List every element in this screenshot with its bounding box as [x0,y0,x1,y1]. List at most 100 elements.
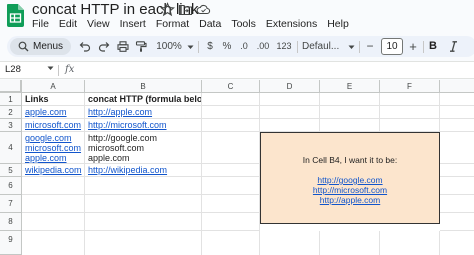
font-size-input[interactable]: 10 [381,38,403,55]
cell-c1[interactable] [202,93,260,106]
row-header-4[interactable]: 4 [0,132,22,164]
row-header-5[interactable]: 5 [0,164,22,177]
cell-c3[interactable] [202,119,260,132]
cell-b9[interactable] [85,231,202,255]
cell-b2[interactable]: http://apple.com [85,106,202,119]
italic-button[interactable] [449,36,461,57]
cell-g2[interactable] [440,106,474,119]
cell-a4-line-2[interactable]: microsoft.com [25,143,81,153]
search-menus-button[interactable]: Menus [10,38,71,55]
row-header-1[interactable]: 1 [0,93,22,106]
decrease-decimal-button[interactable]: .0 [238,36,250,57]
cell-d9[interactable] [260,231,320,255]
cell-a2[interactable]: apple.com [22,106,85,119]
note-link-apple[interactable]: http://apple.com [261,195,439,205]
cell-b5[interactable]: http://wikipedia.com [85,164,202,177]
row-header-6[interactable]: 6 [0,177,22,195]
cell-g6[interactable] [440,177,474,195]
select-all-corner[interactable] [0,80,22,93]
column-header-d[interactable]: D [260,80,320,93]
menu-extensions[interactable]: Extensions [266,17,317,32]
cell-a5[interactable]: wikipedia.com [22,164,85,177]
row-header-3[interactable]: 3 [0,119,22,132]
column-header-e[interactable]: E [320,80,380,93]
cell-c9[interactable] [202,231,260,255]
cell-f3[interactable] [380,119,440,132]
cell-a1[interactable]: Links [22,93,85,106]
cell-g8[interactable] [440,213,474,231]
cell-a6[interactable] [22,177,85,195]
cell-d1[interactable] [260,93,320,106]
currency-format-button[interactable]: $ [204,36,216,57]
cell-a7[interactable] [22,195,85,213]
row-header-2[interactable]: 2 [0,106,22,119]
menu-format[interactable]: Format [156,17,189,32]
percent-format-button[interactable]: % [221,36,233,57]
cell-c6[interactable] [202,177,260,195]
undo-button[interactable] [79,36,93,57]
formula-input[interactable] [80,62,470,78]
cell-g4[interactable] [440,132,474,164]
cell-a4-line-3[interactable]: apple.com [25,153,81,163]
cell-a4[interactable]: google.com microsoft.com apple.com [22,132,85,164]
menu-file[interactable]: File [32,17,49,32]
cell-e3[interactable] [320,119,380,132]
cell-c2[interactable] [202,106,260,119]
cell-d3[interactable] [260,119,320,132]
cell-f2[interactable] [380,106,440,119]
note-text-box[interactable]: In Cell B4, I want it to be: http://goog… [260,132,440,224]
increase-decimal-button[interactable]: .00 [254,36,272,57]
print-button[interactable] [117,36,131,57]
row-header-9[interactable]: 9 [0,231,22,255]
menu-data[interactable]: Data [199,17,221,32]
cell-e1[interactable] [320,93,380,106]
cell-c8[interactable] [202,213,260,231]
name-box-chevron-down-icon[interactable] [47,66,54,71]
font-select[interactable]: Defaul... [302,36,346,57]
cell-g7[interactable] [440,195,474,213]
cell-g9[interactable] [440,231,474,255]
cell-b6[interactable] [85,177,202,195]
sheets-logo-icon[interactable] [7,4,24,27]
star-icon[interactable] [160,2,175,17]
cell-g5[interactable] [440,164,474,177]
note-link-google[interactable]: http://google.com [261,175,439,185]
cell-d2[interactable] [260,106,320,119]
row-header-7[interactable]: 7 [0,195,22,213]
decrease-font-size-button[interactable]: − [363,36,377,57]
cell-b7[interactable] [85,195,202,213]
row-header-8[interactable]: 8 [0,213,22,231]
zoom-select[interactable]: 100% [152,36,186,57]
cloud-saved-icon[interactable] [196,2,211,17]
cell-a8[interactable] [22,213,85,231]
menu-insert[interactable]: Insert [120,17,146,32]
menu-view[interactable]: View [87,17,110,32]
cell-e2[interactable] [320,106,380,119]
cell-b1[interactable]: concat HTTP (formula below) [85,93,202,106]
cell-g3[interactable] [440,119,474,132]
cell-b8[interactable] [85,213,202,231]
cell-c4[interactable] [202,132,260,164]
redo-button[interactable] [98,36,112,57]
cell-a9[interactable] [22,231,85,255]
column-header-a[interactable]: A [22,80,85,93]
menu-help[interactable]: Help [327,17,349,32]
cell-b4[interactable]: http://google.com microsoft.com apple.co… [85,132,202,164]
note-link-microsoft[interactable]: http://microsoft.com [261,185,439,195]
menu-tools[interactable]: Tools [231,17,256,32]
cell-a4-line-1[interactable]: google.com [25,133,81,143]
column-header-c[interactable]: C [202,80,260,93]
name-box[interactable]: L28 [5,62,21,78]
move-folder-icon[interactable] [178,2,193,17]
column-header-b[interactable]: B [85,80,202,93]
cell-f1[interactable] [380,93,440,106]
cell-g1[interactable] [440,93,474,106]
cell-e9[interactable] [320,231,380,255]
more-formats-button[interactable]: 123 [276,36,292,57]
paint-format-button[interactable] [135,36,149,57]
bold-button[interactable]: B [427,36,439,57]
cell-a3[interactable]: microsoft.com [22,119,85,132]
cell-b3[interactable]: http://microsoft.com [85,119,202,132]
menu-edit[interactable]: Edit [59,17,77,32]
column-header-g[interactable] [440,80,474,93]
